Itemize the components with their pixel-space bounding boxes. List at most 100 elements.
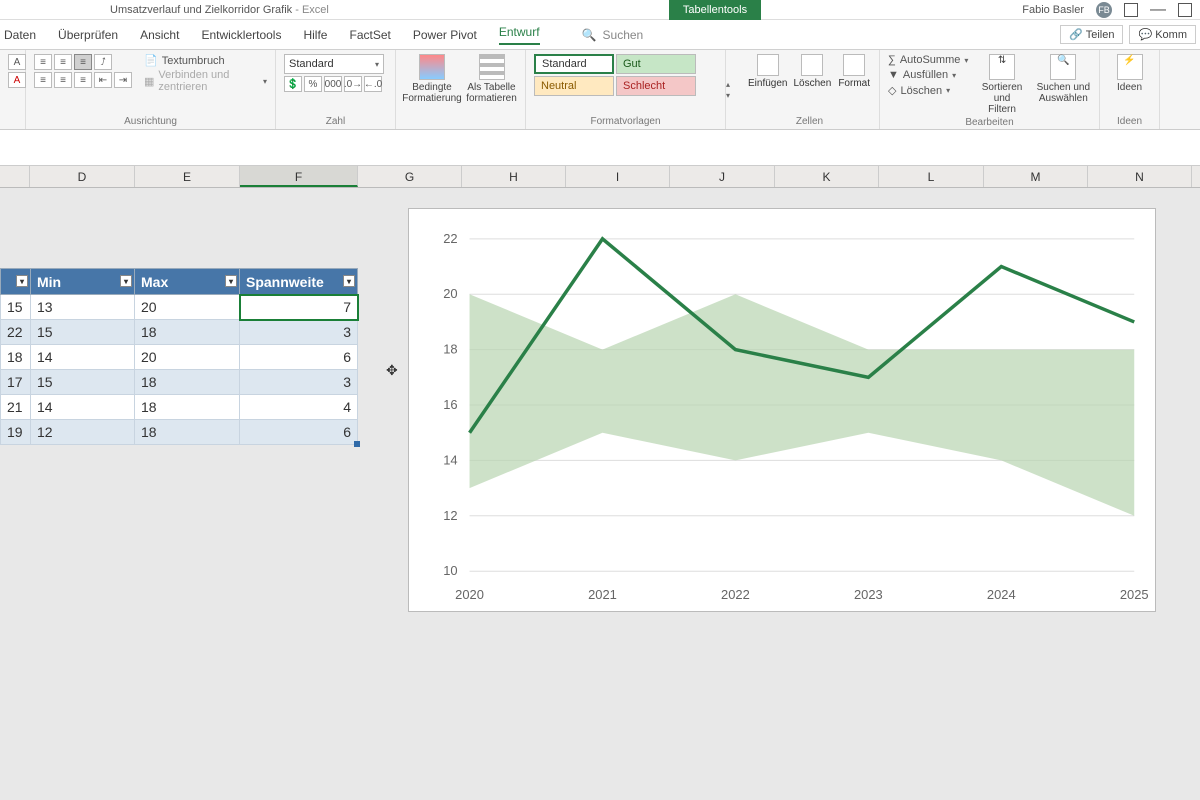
table-cell[interactable]: 14 — [31, 395, 135, 420]
search-box[interactable]: 🔍 Suchen — [582, 28, 644, 42]
filter-dropdown-icon[interactable]: ▾ — [225, 275, 237, 287]
table-cell[interactable]: 3 — [240, 370, 358, 395]
style-neutral[interactable]: Neutral — [534, 76, 614, 96]
tab-ansicht[interactable]: Ansicht — [140, 28, 179, 42]
table-cell[interactable]: 4 — [240, 395, 358, 420]
style-gut[interactable]: Gut — [616, 54, 696, 74]
table-cell[interactable]: 18 — [135, 370, 240, 395]
format-cells-button[interactable]: Format — [837, 54, 871, 114]
indent-decrease-icon[interactable]: ⇤ — [94, 72, 112, 88]
tab-daten[interactable]: Daten — [4, 28, 36, 42]
table-cell[interactable]: 18 — [1, 345, 31, 370]
tab-hilfe[interactable]: Hilfe — [303, 28, 327, 42]
table-cell[interactable]: 13 — [31, 295, 135, 320]
table-cell[interactable]: 3 — [240, 320, 358, 345]
filter-dropdown-icon[interactable]: ▾ — [16, 275, 28, 287]
column-header-L[interactable]: L — [879, 166, 984, 187]
style-schlecht[interactable]: Schlecht — [616, 76, 696, 96]
tab-ueberpruefen[interactable]: Überprüfen — [58, 28, 118, 42]
delete-cells-button[interactable]: Löschen — [793, 54, 831, 114]
column-header-K[interactable]: K — [775, 166, 879, 187]
column-header-F[interactable]: F — [240, 166, 358, 187]
indent-increase-icon[interactable]: ⇥ — [114, 72, 132, 88]
insert-cells-button[interactable]: Einfügen — [748, 54, 787, 114]
table-cell[interactable]: 7 — [240, 295, 358, 320]
table-header[interactable]: Spannweite▾ — [240, 269, 358, 295]
align-middle-icon[interactable]: ≡ — [54, 54, 72, 70]
formula-bar-area[interactable] — [0, 130, 1200, 166]
table-cell[interactable]: 18 — [135, 420, 240, 445]
column-header-N[interactable]: N — [1088, 166, 1192, 187]
table-cell[interactable]: 12 — [31, 420, 135, 445]
table-cell[interactable]: 21 — [1, 395, 31, 420]
table-cell[interactable]: 14 — [31, 345, 135, 370]
table-cell[interactable]: 17 — [1, 370, 31, 395]
tab-entwurf[interactable]: Entwurf — [499, 25, 540, 45]
table-cell[interactable]: 15 — [1, 295, 31, 320]
table-resize-handle[interactable] — [354, 441, 360, 447]
chart[interactable]: 10121416182022202020212022202320242025 — [408, 208, 1156, 612]
table-header[interactable]: ▾ — [1, 269, 31, 295]
orientation-icon[interactable]: ⭜ — [94, 54, 112, 70]
table-cell[interactable]: 20 — [135, 295, 240, 320]
comments-button[interactable]: 💬 Komm — [1129, 25, 1196, 44]
find-select-button[interactable]: 🔍Suchen und Auswählen — [1036, 54, 1091, 115]
column-header-D[interactable]: D — [30, 166, 135, 187]
column-header-G[interactable]: G — [358, 166, 462, 187]
align-left-icon[interactable]: ≡ — [34, 72, 52, 88]
style-standard[interactable]: Standard — [534, 54, 614, 74]
accounting-icon[interactable]: 💲 — [284, 76, 302, 92]
styles-scroll-up-icon[interactable]: ▴ — [726, 80, 740, 89]
align-center-icon[interactable]: ≡ — [54, 72, 72, 88]
fill-button[interactable]: ▼ Ausfüllen ▾ — [888, 69, 968, 81]
font-grow-icon[interactable]: A — [8, 54, 26, 70]
worksheet[interactable]: ▾Min▾Max▾Spannweite▾15132072215183181420… — [0, 188, 1200, 800]
table-header[interactable]: Max▾ — [135, 269, 240, 295]
filter-dropdown-icon[interactable]: ▾ — [120, 275, 132, 287]
wrap-text-button[interactable]: 📄Textumbruch — [144, 54, 267, 67]
comma-icon[interactable]: 000 — [324, 76, 342, 92]
column-header-I[interactable]: I — [566, 166, 670, 187]
align-bottom-icon[interactable]: ≡ — [74, 54, 92, 70]
table-cell[interactable]: 18 — [135, 395, 240, 420]
font-color-icon[interactable]: A — [8, 72, 26, 88]
table-cell[interactable]: 15 — [31, 370, 135, 395]
table-cell[interactable]: 19 — [1, 420, 31, 445]
autosum-button[interactable]: ∑ AutoSumme ▾ — [888, 54, 968, 66]
window-mode-icon[interactable] — [1124, 3, 1138, 17]
table-cell[interactable]: 15 — [31, 320, 135, 345]
dec-decimal-icon[interactable]: ←.0 — [364, 76, 382, 92]
share-button[interactable]: 🔗 Teilen — [1060, 25, 1123, 44]
table-cell[interactable]: 22 — [1, 320, 31, 345]
tab-factset[interactable]: FactSet — [349, 28, 390, 42]
sort-filter-button[interactable]: ⇅Sortieren und Filtern — [974, 54, 1029, 115]
format-as-table-button[interactable]: Als Tabelle formatieren — [466, 54, 517, 127]
percent-icon[interactable]: % — [304, 76, 322, 92]
merge-button[interactable]: ▦ Verbinden und zentrieren ▾ — [144, 69, 267, 93]
table-header[interactable]: Min▾ — [31, 269, 135, 295]
align-top-icon[interactable]: ≡ — [34, 54, 52, 70]
tab-powerpivot[interactable]: Power Pivot — [413, 28, 477, 42]
column-header-M[interactable]: M — [984, 166, 1088, 187]
styles-scroll-down-icon[interactable]: ▾ — [726, 91, 740, 100]
column-headers[interactable]: DEFGHIJKLMN — [0, 166, 1200, 188]
conditional-formatting-button[interactable]: Bedingte Formatierung — [404, 54, 460, 127]
align-right-icon[interactable]: ≡ — [74, 72, 92, 88]
tab-entwicklertools[interactable]: Entwicklertools — [201, 28, 281, 42]
table-cell[interactable]: 6 — [240, 420, 358, 445]
column-header-H[interactable]: H — [462, 166, 566, 187]
minimize-icon[interactable]: — — [1150, 1, 1166, 19]
filter-dropdown-icon[interactable]: ▾ — [343, 275, 355, 287]
clear-button[interactable]: ◇ Löschen ▾ — [888, 84, 968, 97]
data-table[interactable]: ▾Min▾Max▾Spannweite▾15132072215183181420… — [0, 268, 358, 445]
table-cell[interactable]: 18 — [135, 320, 240, 345]
column-header-E[interactable]: E — [135, 166, 240, 187]
table-cell[interactable]: 20 — [135, 345, 240, 370]
avatar[interactable]: FB — [1096, 2, 1112, 18]
column-header-J[interactable]: J — [670, 166, 775, 187]
inc-decimal-icon[interactable]: .0→ — [344, 76, 362, 92]
ideas-button[interactable]: ⚡Ideen — [1108, 54, 1151, 114]
maximize-icon[interactable] — [1178, 3, 1192, 17]
number-format-combo[interactable]: Standard▾ — [284, 54, 384, 74]
table-cell[interactable]: 6 — [240, 345, 358, 370]
